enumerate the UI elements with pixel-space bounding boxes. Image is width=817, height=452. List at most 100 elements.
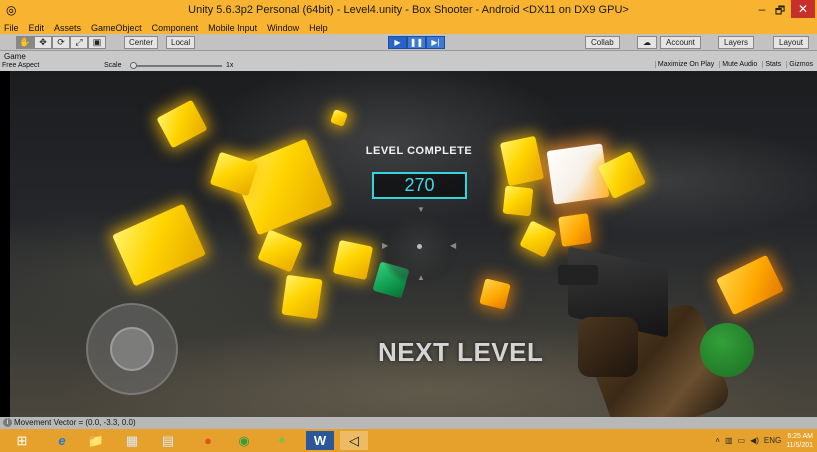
crosshair-reticle: ▼ ▲ ▶ ◀ xyxy=(380,205,460,287)
menu-bar: File Edit Assets GameObject Component Mo… xyxy=(0,22,817,34)
minimize-button[interactable]: – xyxy=(753,2,771,18)
menu-file[interactable]: File xyxy=(4,22,19,34)
battery-icon[interactable]: ▭ xyxy=(738,436,746,445)
status-bar: i Movement Vector = (0.0, -3.3, 0.0) xyxy=(0,417,817,429)
system-tray: ˄ ▥ ▭ ◀) ENG 6:25 AM 11/5/201 xyxy=(715,429,817,452)
account-label: Account xyxy=(666,38,695,47)
collab-button[interactable]: Collab xyxy=(585,36,620,49)
yellow-cube xyxy=(156,99,208,149)
step-button[interactable]: ▶| xyxy=(426,36,445,49)
scale-slider-track[interactable] xyxy=(132,65,222,67)
language-indicator[interactable]: ENG xyxy=(764,436,781,445)
collab-label: Collab xyxy=(591,38,614,47)
scale-slider-handle[interactable] xyxy=(130,62,137,69)
player-hand xyxy=(578,317,638,377)
move-tool-button[interactable]: ✥ xyxy=(34,36,52,49)
game-view-options: Maximize On Play Mute Audio Stats Gizmos xyxy=(654,61,815,68)
windows-taskbar: ⊞ e 📁 ▦ ▤ ● ◉ ✦ W ◁ ˄ ▥ ▭ ◀) ENG 6:25 AM… xyxy=(0,429,817,452)
game-tab[interactable]: Game xyxy=(4,52,26,61)
yellow-cube xyxy=(332,239,374,281)
pivot-local-label: Local xyxy=(171,38,191,47)
pause-button[interactable]: ❚❚ xyxy=(407,36,426,49)
gizmos-dropdown[interactable]: Gizmos xyxy=(786,61,815,68)
stats-toggle[interactable]: Stats xyxy=(762,61,783,68)
window-title: Unity 5.6.3p2 Personal (64bit) - Level4.… xyxy=(188,4,629,16)
tray-chevron-icon[interactable]: ˄ xyxy=(715,436,720,445)
store-icon[interactable]: ▤ xyxy=(154,431,182,450)
maximize-button[interactable]: 🗗 xyxy=(771,2,789,18)
main-toolbar: ✋ ✥ ⟳ ⤢ ▣ Center Local ▶ ❚❚ ▶| Collab ☁ … xyxy=(0,34,817,51)
menu-component[interactable]: Component xyxy=(152,22,199,34)
yellow-cube xyxy=(330,109,348,127)
close-button[interactable]: ✕ xyxy=(791,0,815,18)
yellow-cube xyxy=(111,203,207,287)
aspect-dropdown[interactable]: Free Aspect xyxy=(2,62,39,69)
gun-barrel xyxy=(558,265,598,285)
crosshair-tick-icon: ▼ xyxy=(417,205,425,214)
orange-cube xyxy=(716,254,784,316)
layers-label: Layers xyxy=(724,38,749,47)
console-message[interactable]: Movement Vector = (0.0, -3.3, 0.0) xyxy=(14,418,136,427)
game-viewport[interactable]: LEVEL COMPLETE 270 ▼ ▲ ▶ ◀ NEXT LEVEL xyxy=(10,71,817,417)
crosshair-tick-icon: ◀ xyxy=(450,241,457,250)
scale-tool-button[interactable]: ⤢ xyxy=(70,36,88,49)
rotate-tool-button[interactable]: ⟳ xyxy=(52,36,70,49)
yellow-cube xyxy=(502,185,534,217)
pivot-center-button[interactable]: Center xyxy=(124,36,159,49)
windows-start-icon[interactable]: ⊞ xyxy=(8,431,36,450)
layout-label: Layout xyxy=(779,38,804,47)
clock-time: 6:25 AM xyxy=(787,432,813,440)
layers-dropdown[interactable]: Layers xyxy=(718,36,755,49)
pivot-center-label: Center xyxy=(129,38,154,47)
account-dropdown[interactable]: Account xyxy=(660,36,701,49)
scale-value: 1x xyxy=(226,62,234,69)
cloud-button[interactable]: ☁ xyxy=(637,36,657,49)
info-icon: i xyxy=(3,418,12,427)
volume-icon[interactable]: ◀) xyxy=(750,436,759,445)
menu-assets[interactable]: Assets xyxy=(54,22,81,34)
crosshair-tick-icon: ▶ xyxy=(382,241,389,250)
score-display: 270 xyxy=(372,172,467,199)
firefox-icon[interactable]: ● xyxy=(194,431,222,450)
movement-joystick[interactable] xyxy=(86,303,178,395)
menu-edit[interactable]: Edit xyxy=(29,22,45,34)
yellow-cube xyxy=(519,220,557,258)
menu-help[interactable]: Help xyxy=(309,22,328,34)
play-controls: ▶ ❚❚ ▶| xyxy=(388,36,445,49)
pivot-local-button[interactable]: Local xyxy=(166,36,196,49)
yellow-cube xyxy=(281,274,323,320)
yellow-cube xyxy=(499,135,545,187)
chrome-icon[interactable]: ◉ xyxy=(230,431,258,450)
menu-gameobject[interactable]: GameObject xyxy=(91,22,142,34)
game-tab-label: Game xyxy=(4,52,26,61)
crosshair-tick-icon: ▲ xyxy=(417,273,425,282)
network-icon[interactable]: ▥ xyxy=(725,436,733,445)
internet-explorer-icon[interactable]: e xyxy=(48,431,76,450)
fire-button[interactable] xyxy=(700,323,754,377)
white-cube xyxy=(546,143,610,205)
window-title-bar: ◎ Unity 5.6.3p2 Personal (64bit) - Level… xyxy=(0,0,817,22)
joystick-knob[interactable] xyxy=(110,327,154,371)
hand-tool-button[interactable]: ✋ xyxy=(16,36,34,49)
layout-dropdown[interactable]: Layout xyxy=(773,36,810,49)
orange-cube xyxy=(558,213,592,247)
menu-window[interactable]: Window xyxy=(267,22,299,34)
file-explorer-icon[interactable]: 📁 xyxy=(82,431,110,450)
next-level-button[interactable]: NEXT LEVEL xyxy=(378,337,543,368)
unity-icon[interactable]: ◁ xyxy=(340,431,368,450)
android-icon[interactable]: ✦ xyxy=(268,431,296,450)
rect-tool-button[interactable]: ▣ xyxy=(88,36,106,49)
menu-mobile-input[interactable]: Mobile Input xyxy=(208,22,257,34)
mute-audio-toggle[interactable]: Mute Audio xyxy=(719,61,759,68)
level-complete-title: LEVEL COMPLETE xyxy=(365,145,473,157)
player-gun xyxy=(558,246,734,417)
yellow-cube xyxy=(257,229,303,273)
crosshair-center-dot xyxy=(417,244,422,249)
scale-label: Scale xyxy=(104,62,122,69)
word-icon[interactable]: W xyxy=(306,431,334,450)
maximize-on-play-toggle[interactable]: Maximize On Play xyxy=(654,61,716,68)
game-view-header: Game Free Aspect Scale 1x Maximize On Pl… xyxy=(0,51,817,71)
media-player-icon[interactable]: ▦ xyxy=(118,431,146,450)
tray-clock[interactable]: 6:25 AM 11/5/201 xyxy=(786,432,813,450)
play-button[interactable]: ▶ xyxy=(388,36,407,49)
